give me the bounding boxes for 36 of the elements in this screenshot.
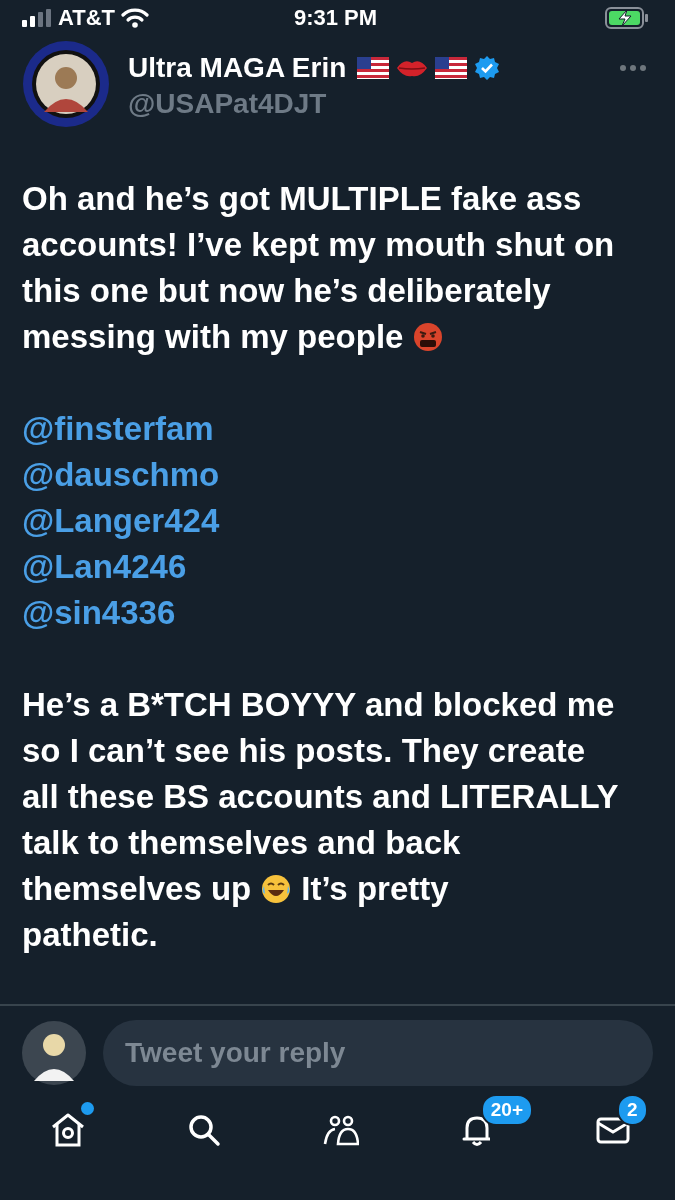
- more-icon[interactable]: [619, 63, 647, 72]
- search-icon[interactable]: [186, 1112, 223, 1149]
- mention-link[interactable]: @Langer424: [22, 498, 220, 545]
- mention-link[interactable]: @finsterfam: [22, 406, 214, 453]
- wifi-icon: [121, 7, 150, 28]
- avatar[interactable]: [22, 39, 110, 128]
- signal-icon: [22, 8, 52, 27]
- tweet-text: talk to themselves and back: [22, 823, 461, 864]
- verified-badge-icon: [474, 54, 501, 81]
- flag-icon: [435, 56, 468, 79]
- reply-field[interactable]: Tweet your reply: [103, 1020, 653, 1087]
- count-badge: 2: [617, 1094, 648, 1127]
- tweet-text: all these BS accounts and LITERALLY: [22, 777, 619, 818]
- count-badge: 20+: [480, 1094, 533, 1127]
- clock-time: 9:31 PM: [293, 4, 378, 31]
- carrier-name: AT&T: [58, 4, 116, 31]
- tweet-text: messing with my people: [22, 317, 404, 358]
- tweet-text: so I can’t see his posts. They create: [22, 731, 586, 772]
- tweet-text: pathetic.: [22, 915, 158, 956]
- battery-icon: [605, 6, 649, 29]
- tweet-text: He’s a B*TCH BOYYY and blocked me: [22, 685, 615, 726]
- angry-face-icon: [413, 322, 444, 353]
- user-handle: @USAPat4DJT: [128, 87, 328, 120]
- mention-link[interactable]: @dauschmo: [22, 452, 220, 499]
- laughing-face-icon: [261, 874, 292, 905]
- avatar: [22, 1021, 86, 1086]
- tweet-text: accounts! I’ve kept my mouth shut on: [22, 225, 615, 266]
- mention-link[interactable]: @sin4336: [22, 590, 176, 637]
- tweet-text: It’s pretty: [301, 869, 449, 910]
- tweet-text: themselves up: [22, 869, 252, 910]
- home-icon[interactable]: [50, 1112, 86, 1149]
- mention-link[interactable]: @Lan4246: [22, 544, 187, 591]
- flag-icon: [357, 56, 390, 79]
- author-name: Ultra MAGA Erin: [128, 51, 347, 84]
- tweet-text: Oh and he’s got MULTIPLE fake ass: [22, 179, 582, 220]
- tweet-text: this one but now he’s deliberately: [22, 271, 551, 312]
